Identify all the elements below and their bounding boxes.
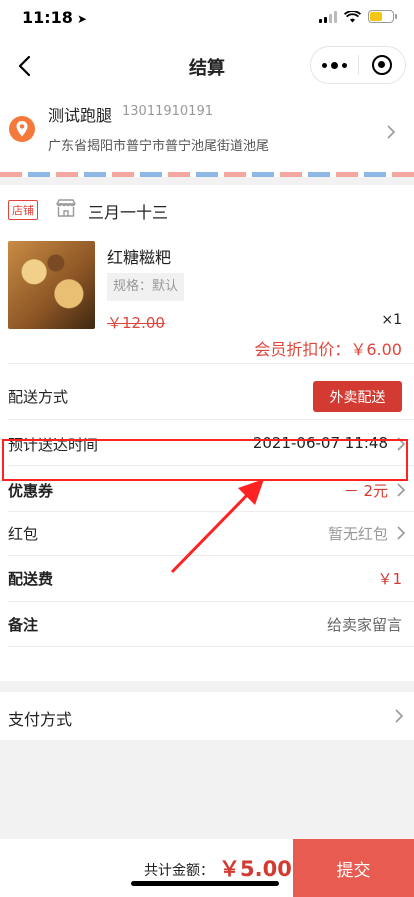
total-label: 共计金额：	[144, 863, 214, 879]
shop-tag: 店铺	[8, 200, 38, 220]
delivery-time-value: 2021-06-07 11:48	[252, 434, 388, 452]
wifi-icon	[344, 10, 361, 22]
delivery-method-button[interactable]: 外卖配送	[313, 381, 402, 412]
shop-name: 三月一十三	[88, 203, 169, 222]
location-arrow-icon: ➤	[76, 12, 87, 26]
recipient-phone: 13011910191	[122, 104, 213, 119]
member-discount-price: 会员折扣价：￥6.00	[254, 340, 402, 359]
order-card: 店铺 三月一十三 红糖糍粑 规格：默认 ￥12.00 ×1 会员折扣价：￥6.0…	[0, 185, 414, 681]
red-packet-row[interactable]: 红包 暂无红包	[0, 511, 414, 555]
more-dots-icon	[321, 61, 347, 69]
status-time-text: 11:18	[22, 8, 73, 27]
nav-bar: 结算	[0, 44, 414, 88]
divider	[8, 363, 414, 364]
product-spec: 规格：默认	[107, 273, 185, 301]
payment-method-row[interactable]: 支付方式	[0, 692, 414, 740]
product-image	[8, 241, 95, 329]
coupon-label: 优惠券	[8, 482, 54, 500]
address-envelope-stripe	[0, 172, 414, 177]
close-mini-program-button[interactable]	[359, 47, 406, 83]
coupon-row[interactable]: 优惠券 － 2元	[0, 468, 414, 512]
cellular-signal-icon	[319, 10, 337, 23]
chevron-right-icon	[396, 482, 406, 502]
recipient-name: 测试跑腿	[48, 106, 113, 125]
delivery-time-row[interactable]: 预计送达时间 2021-06-07 11:48	[0, 422, 414, 466]
status-bar: 11:18 ➤	[0, 0, 414, 44]
home-indicator	[131, 881, 279, 886]
red-packet-label: 红包	[8, 525, 39, 543]
chevron-right-icon	[396, 525, 406, 545]
note-row[interactable]: 备注 给卖家留言	[0, 602, 414, 646]
red-packet-value: 暂无红包	[327, 525, 388, 543]
location-pin-icon	[9, 116, 35, 142]
delivery-fee-value: ￥1	[377, 570, 402, 588]
address-card[interactable]: 测试跑腿 13011910191 广东省揭阳市普宁市普宁池尾街道池尾	[0, 88, 414, 176]
divider	[8, 419, 414, 420]
delivery-time-label: 预计送达时间	[8, 436, 99, 454]
delivery-fee-label: 配送费	[8, 570, 54, 588]
battery-icon	[368, 10, 397, 23]
note-input[interactable]: 给卖家留言	[327, 614, 402, 635]
submit-order-button[interactable]: 提交	[293, 839, 414, 897]
mini-program-capsule	[310, 46, 406, 84]
coupon-value: － 2元	[343, 482, 388, 500]
shop-row: 店铺 三月一十三	[0, 185, 414, 231]
chevron-right-icon	[386, 124, 396, 144]
chevron-right-icon	[394, 708, 404, 728]
divider	[8, 646, 414, 647]
divider	[8, 465, 414, 466]
delivery-method-label: 配送方式	[8, 388, 69, 406]
target-icon	[371, 55, 392, 75]
product-quantity: ×1	[381, 312, 402, 328]
store-icon	[55, 198, 77, 222]
more-button[interactable]	[311, 47, 358, 83]
product-name: 红糖糍粑	[107, 248, 172, 267]
delivery-fee-row: 配送费 ￥1	[0, 556, 414, 600]
address-detail: 广东省揭阳市普宁市普宁池尾街道池尾	[48, 139, 270, 154]
status-time: 11:18 ➤	[22, 8, 87, 27]
total-amount: ￥5.00	[219, 857, 292, 881]
payment-method-label: 支付方式	[8, 710, 73, 729]
checkout-bar: 共计金额： ￥5.00 提交	[0, 839, 414, 897]
note-label: 备注	[8, 616, 39, 634]
status-icons	[319, 10, 397, 23]
product-original-price: ￥12.00	[107, 314, 165, 332]
chevron-right-icon	[396, 436, 406, 456]
